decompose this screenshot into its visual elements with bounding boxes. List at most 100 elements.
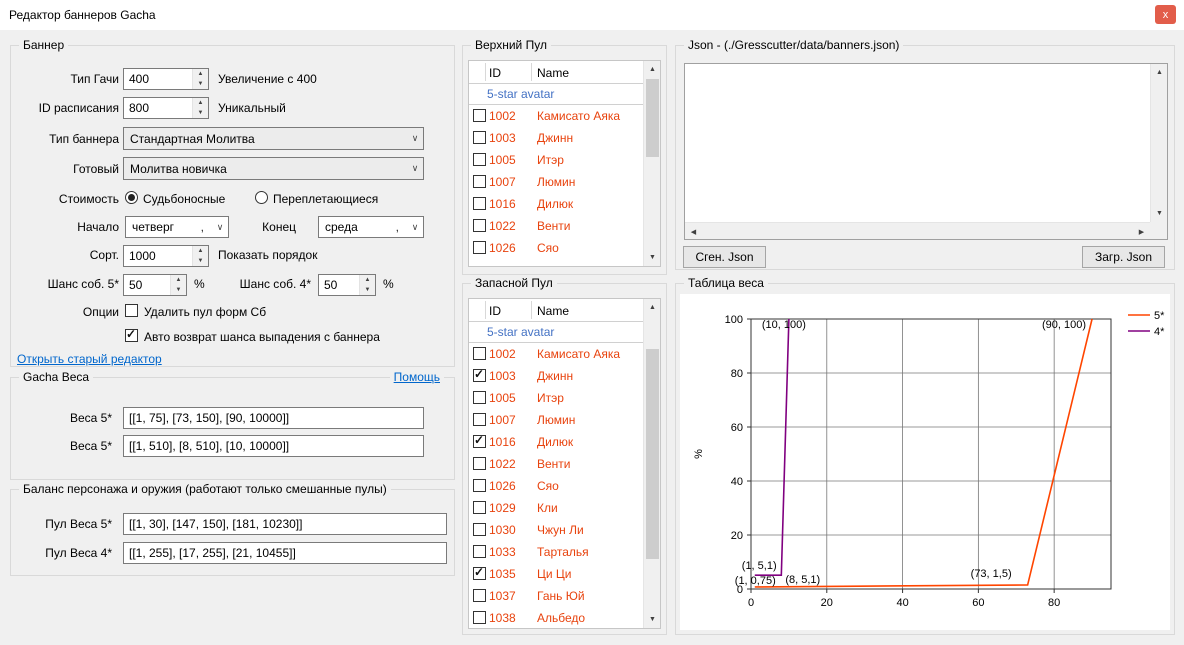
spin-up-icon[interactable]: ▲ [170, 275, 186, 285]
end-day-select[interactable]: среда , ∨ [318, 216, 424, 238]
spin-up-icon[interactable]: ▲ [359, 275, 375, 285]
spin-down-icon[interactable]: ▼ [192, 108, 208, 118]
row-name: Альбедо [537, 611, 585, 625]
scroll-down-icon[interactable]: ▼ [1151, 205, 1168, 222]
delete-pool-checkbox[interactable] [125, 304, 138, 317]
row-checkbox[interactable] [473, 347, 486, 360]
spin-down-icon[interactable]: ▼ [170, 285, 186, 295]
pool-list-item[interactable]: 1035 Ци Ци [469, 563, 660, 585]
cost-radio-intertwined[interactable] [255, 191, 268, 204]
row-checkbox[interactable] [473, 479, 486, 492]
pool-list-item[interactable]: 1003 Джинн [469, 127, 660, 149]
schedule-id-spinner[interactable]: 800 ▲▼ [123, 97, 209, 119]
start-day-select[interactable]: четверг , ∨ [125, 216, 229, 238]
spin-up-icon[interactable]: ▲ [192, 246, 208, 256]
row-name: Дилюк [537, 435, 573, 449]
json-horizontal-scrollbar[interactable]: ◀ ▶ [685, 222, 1150, 239]
row-checkbox[interactable] [473, 435, 486, 448]
pool-list-item[interactable]: 1033 Тарталья [469, 541, 660, 563]
row-checkbox[interactable] [473, 391, 486, 404]
row-checkbox[interactable] [473, 589, 486, 602]
banner-type-select[interactable]: Стандартная Молитва ∨ [123, 127, 424, 150]
scroll-down-icon[interactable]: ▼ [644, 611, 661, 628]
pool-list-item[interactable]: 1026 Сяо [469, 237, 660, 259]
row-checkbox[interactable] [473, 545, 486, 558]
weights4-input[interactable]: [[1, 510], [8, 510], [10, 10000]] [123, 435, 424, 457]
scrollbar-thumb[interactable] [646, 349, 659, 559]
pool-list-item[interactable]: 1029 Кли [469, 497, 660, 519]
old-editor-link[interactable]: Открыть старый редактор [17, 352, 162, 366]
help-link[interactable]: Помощь [390, 370, 444, 384]
row-checkbox[interactable] [473, 197, 486, 210]
scroll-up-icon[interactable]: ▲ [644, 61, 661, 78]
row-id: 1033 [489, 545, 516, 559]
backup-pool-scrollbar[interactable]: ▲ ▼ [643, 299, 660, 628]
cost-radio-fateful[interactable] [125, 191, 138, 204]
window-title: Редактор баннеров Gacha [9, 8, 156, 22]
row-checkbox[interactable] [473, 153, 486, 166]
row-checkbox[interactable] [473, 457, 486, 470]
spin-down-icon[interactable]: ▼ [192, 256, 208, 266]
json-textarea[interactable]: ▲ ▼ ◀ ▶ [684, 63, 1168, 240]
pool-list-item[interactable]: 1016 Дилюк [469, 431, 660, 453]
pool-list-item[interactable]: 1002 Камисато Аяка [469, 105, 660, 127]
pool-list-item[interactable]: 1022 Венти [469, 453, 660, 475]
pool-list-item[interactable]: 1007 Люмин [469, 409, 660, 431]
row-checkbox[interactable] [473, 567, 486, 580]
chevron-down-icon: ∨ [212, 222, 228, 233]
svg-text:20: 20 [731, 530, 743, 542]
pool-list-item[interactable]: 1005 Итэр [469, 387, 660, 409]
start-day-value: четверг [126, 220, 201, 234]
svg-text:(1, 0,75): (1, 0,75) [735, 575, 776, 587]
row-checkbox[interactable] [473, 219, 486, 232]
spin-down-icon[interactable]: ▼ [192, 79, 208, 89]
row-checkbox[interactable] [473, 175, 486, 188]
spin-up-icon[interactable]: ▲ [192, 98, 208, 108]
scroll-down-icon[interactable]: ▼ [644, 249, 661, 266]
row-checkbox[interactable] [473, 131, 486, 144]
spin-down-icon[interactable]: ▼ [359, 285, 375, 295]
row-checkbox[interactable] [473, 523, 486, 536]
prefab-select[interactable]: Молитва новичка ∨ [123, 157, 424, 180]
pool-list-item[interactable]: 1030 Чжун Ли [469, 519, 660, 541]
weights5-input[interactable]: [[1, 75], [73, 150], [90, 10000]] [123, 407, 424, 429]
scroll-up-icon[interactable]: ▲ [1151, 64, 1168, 81]
row-checkbox[interactable] [473, 501, 486, 514]
upper-pool-scrollbar[interactable]: ▲ ▼ [643, 61, 660, 266]
json-vertical-scrollbar[interactable]: ▲ ▼ [1150, 64, 1167, 222]
pool-list-item[interactable]: 1007 Люмин [469, 171, 660, 193]
chance5-spinner[interactable]: 50 ▲▼ [123, 274, 187, 296]
pool-list-item[interactable]: 1038 Альбедо [469, 607, 660, 629]
balance-group: Баланс персонажа и оружия (работают толь… [10, 489, 455, 576]
load-json-button[interactable]: Загр. Json [1082, 246, 1165, 268]
scroll-left-icon[interactable]: ◀ [685, 223, 702, 240]
row-checkbox[interactable] [473, 413, 486, 426]
row-name: Кли [537, 501, 558, 515]
scroll-right-icon[interactable]: ▶ [1133, 223, 1150, 240]
pool-list-item[interactable]: 1022 Венти [469, 215, 660, 237]
pool-list-item[interactable]: 1002 Камисато Аяка [469, 343, 660, 365]
pool-list-item[interactable]: 1037 Гань Юй [469, 585, 660, 607]
row-id: 1016 [489, 197, 516, 211]
gacha-type-spinner[interactable]: 400 ▲▼ [123, 68, 209, 90]
chance4-spinner[interactable]: 50 ▲▼ [318, 274, 376, 296]
pool-list-item[interactable]: 1003 Джинн [469, 365, 660, 387]
row-checkbox[interactable] [473, 109, 486, 122]
end-day-value: среда [319, 220, 396, 234]
pool-list-item[interactable]: 1005 Итэр [469, 149, 660, 171]
spin-up-icon[interactable]: ▲ [192, 69, 208, 79]
pool-list-item[interactable]: 1026 Сяо [469, 475, 660, 497]
row-checkbox[interactable] [473, 611, 486, 624]
pool-weights5-input[interactable]: [[1, 30], [147, 150], [181, 10230]] [123, 513, 447, 535]
close-button[interactable]: x [1155, 5, 1176, 24]
row-checkbox[interactable] [473, 241, 486, 254]
generate-json-button[interactable]: Сген. Json [683, 246, 766, 268]
sort-spinner[interactable]: 1000 ▲▼ [123, 245, 209, 267]
pool-weights4-input[interactable]: [[1, 255], [17, 255], [21, 10455]] [123, 542, 447, 564]
name-column-header: Name [537, 304, 569, 318]
scroll-up-icon[interactable]: ▲ [644, 299, 661, 316]
scrollbar-thumb[interactable] [646, 79, 659, 157]
auto-return-checkbox[interactable] [125, 329, 138, 342]
row-checkbox[interactable] [473, 369, 486, 382]
pool-list-item[interactable]: 1016 Дилюк [469, 193, 660, 215]
